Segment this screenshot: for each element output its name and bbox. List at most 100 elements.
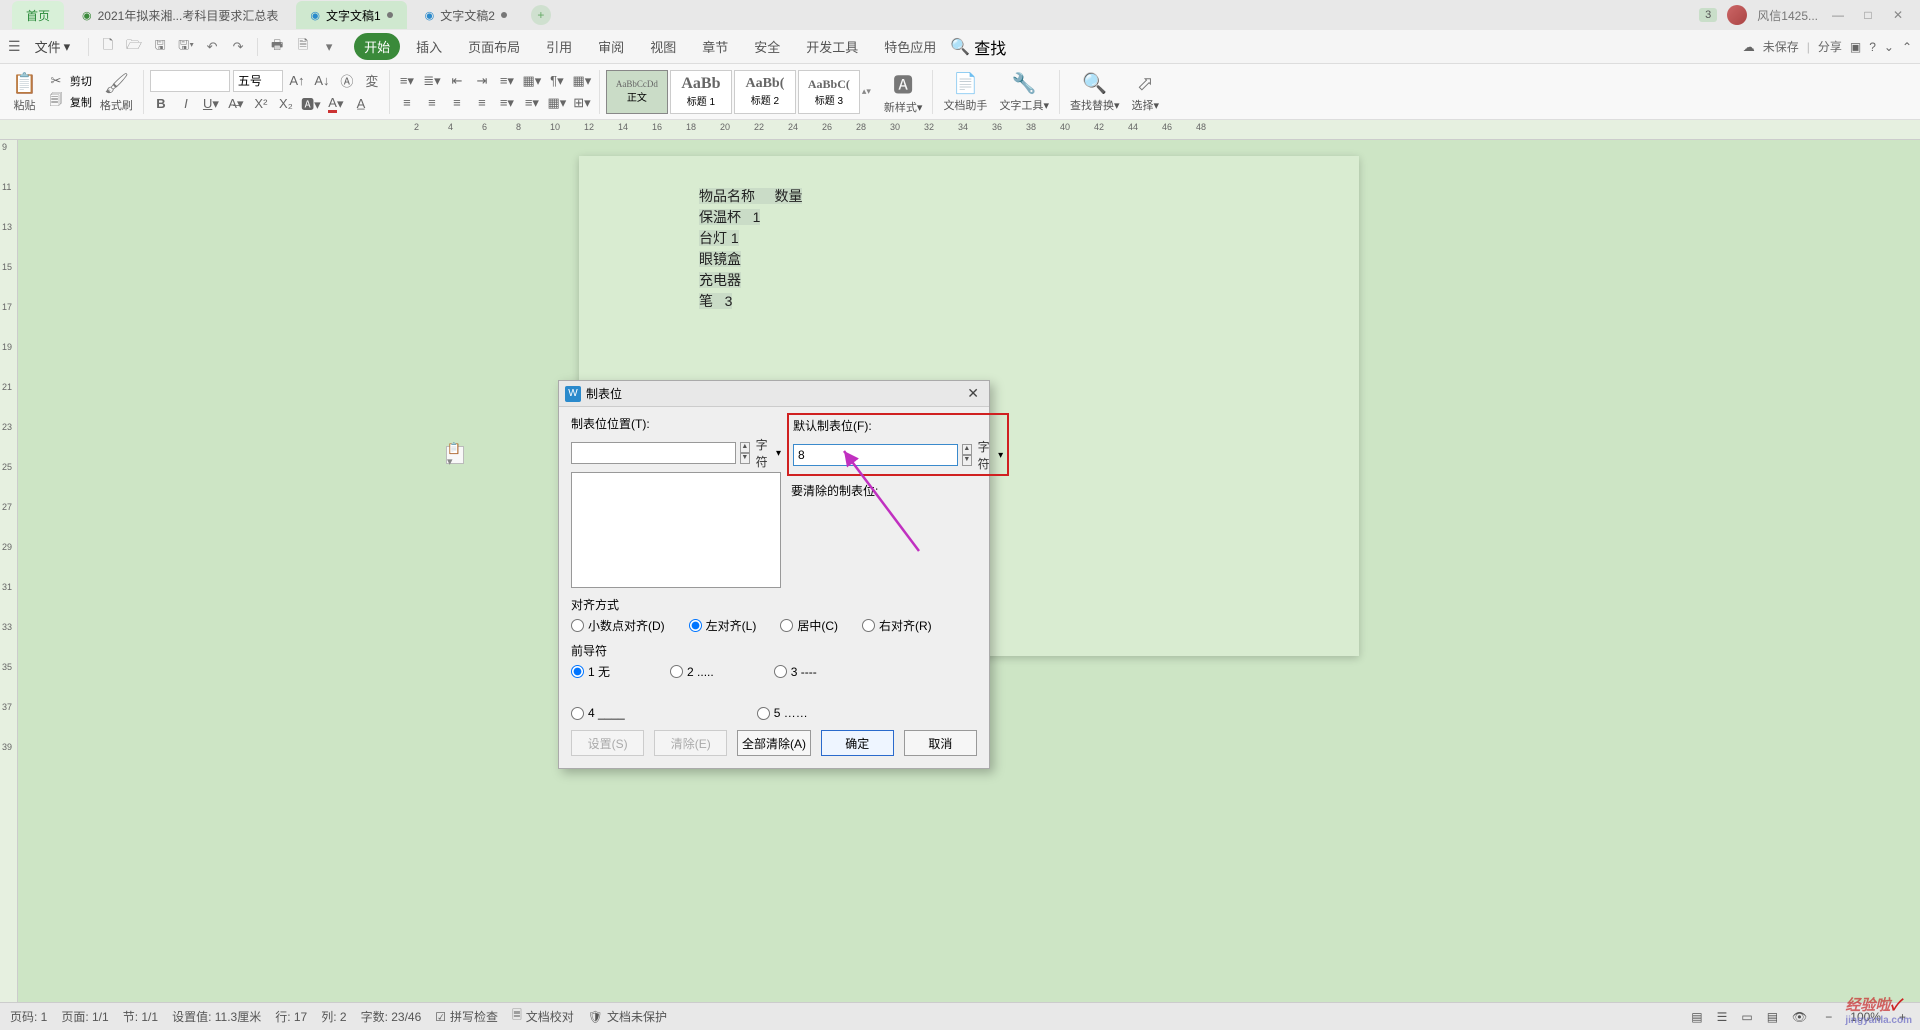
avatar[interactable] [1727,5,1747,25]
table-icon[interactable]: ▦▾ [521,71,543,91]
close-button[interactable]: ✕ [1888,8,1908,22]
status-section[interactable]: 节: 1/1 [123,1008,158,1025]
print-icon[interactable]: 🖶 [266,36,288,58]
outdent-icon[interactable]: ⇤ [446,71,468,91]
mtab-ref[interactable]: 引用 [536,33,582,60]
strike-icon[interactable]: A̶▾ [225,94,247,114]
sort-icon[interactable]: ⊞▾ [571,93,593,113]
redo-icon[interactable]: ↷ [227,36,249,58]
chevron-up-icon[interactable]: ⌃ [1902,40,1912,54]
undo-icon[interactable]: ↶ [201,36,223,58]
paste-options-icon[interactable]: 📋▾ [446,446,464,464]
leader-3[interactable]: 3 ---- [774,663,817,680]
unsaved-label[interactable]: 未保存 [1763,38,1799,55]
mtab-start[interactable]: 开始 [354,33,400,60]
share-button[interactable]: 分享 [1818,38,1842,55]
clearall-button[interactable]: 全部清除(A) [737,730,810,756]
font-color-icon[interactable]: A▾ [325,94,347,114]
status-col[interactable]: 列: 2 [321,1008,346,1025]
mtab-security[interactable]: 安全 [744,33,790,60]
grow-font-icon[interactable]: A↑ [286,71,308,91]
save-icon[interactable]: 🖫 [149,36,171,58]
style-h3[interactable]: AaBbC(标题 3 [798,70,860,114]
clear-button[interactable]: 清除(E) [654,730,727,756]
status-line[interactable]: 行: 17 [275,1008,307,1025]
align-left[interactable]: 左对齐(L) [689,617,757,634]
align-justify-icon[interactable]: ≡ [471,93,493,113]
mtab-review[interactable]: 审阅 [588,33,634,60]
leader-1[interactable]: 1 无 [571,663,610,680]
style-gallery[interactable]: AaBbCcDd正文 AaBb标题 1 AaBb(标题 2 AaBbC(标题 3… [606,70,876,114]
new-icon[interactable]: 🗋 [97,36,119,58]
newstyle-button[interactable]: 🅰新样式▾ [880,69,927,115]
paste-group[interactable]: 📋粘贴 [8,71,41,113]
chevron-down-icon[interactable]: ⌄ [1884,40,1894,54]
align-left-icon[interactable]: ≡ [396,93,418,113]
status-proof[interactable]: 🗏文档校对 [512,1006,574,1027]
highlight-icon[interactable]: 🅰▾ [300,94,322,114]
maximize-button[interactable]: □ [1858,8,1878,22]
shrink-font-icon[interactable]: A↓ [311,71,333,91]
default-tab-input[interactable] [793,444,958,466]
underline-icon[interactable]: U▾ [200,94,222,114]
odd-icon[interactable]: A̲ [350,94,372,114]
numbering-icon[interactable]: ≣▾ [421,71,443,91]
align-right-icon[interactable]: ≡ [446,93,468,113]
spacing-icon[interactable]: ≡▾ [521,93,543,113]
align-center-icon[interactable]: ≡ [421,93,443,113]
para-icon[interactable]: ¶▾ [546,71,568,91]
view-print-icon[interactable]: ▤ [1691,1010,1702,1024]
leader-4[interactable]: 4 ____ [571,706,625,720]
default-spinner[interactable]: ▲▼ [962,444,972,466]
saveas-icon[interactable]: 🖫▾ [175,36,197,58]
view-read-icon[interactable]: ▭ [1741,1010,1752,1024]
sub-icon[interactable]: X₂ [275,94,297,114]
mtab-feature[interactable]: 特色应用 [874,33,946,60]
qr-icon[interactable]: ▣ [1850,40,1861,54]
italic-icon[interactable]: I [175,94,197,114]
style-body[interactable]: AaBbCcDd正文 [606,70,668,114]
align-decimal[interactable]: 小数点对齐(D) [571,617,665,634]
font-name[interactable] [150,70,230,92]
format-painter[interactable]: 🖌格式刷 [96,71,137,113]
dist-icon[interactable]: ≡▾ [496,93,518,113]
mtab-layout[interactable]: 页面布局 [458,33,530,60]
mtab-chapter[interactable]: 章节 [692,33,738,60]
view-outline-icon[interactable]: ☰ [1717,1010,1728,1024]
ok-button[interactable]: 确定 [821,730,894,756]
style-h2[interactable]: AaBb(标题 2 [734,70,796,114]
cut-icon[interactable]: ✂ [45,71,67,91]
status-spell[interactable]: ☑拼写检查 [435,1008,498,1025]
bold-icon[interactable]: B [150,94,172,114]
tabpos-list[interactable] [571,472,781,588]
status-page[interactable]: 页码: 1 [10,1008,47,1025]
linespace-icon[interactable]: ≡▾ [496,71,518,91]
command-search[interactable]: 🔍查找 [950,35,1006,59]
help-icon[interactable]: ? [1869,40,1876,54]
font-size[interactable] [233,70,283,92]
open-icon[interactable]: 🗁 [123,36,145,58]
more-icon[interactable]: ▾ [318,36,340,58]
tab-home[interactable]: 首页 [12,1,64,29]
vertical-ruler[interactable]: 9111315171921232527293133353739 [0,140,18,1002]
document-content[interactable]: 物品名称 数量 保温杯 1 台灯 1 眼镜盒 充电器 笔 3 [699,186,1239,312]
add-tab-button[interactable]: + [531,5,551,25]
status-protect[interactable]: 🛡文档未保护 [588,1008,667,1025]
phonetic-icon[interactable]: 変 [361,71,383,91]
dochelper-button[interactable]: 📄文档助手 [939,71,991,113]
mtab-insert[interactable]: 插入 [406,33,452,60]
dialog-titlebar[interactable]: W 制表位 ✕ [559,381,989,407]
view-web-icon[interactable]: ▤ [1767,1010,1778,1024]
username[interactable]: 风信1425... [1757,7,1818,24]
shade-icon[interactable]: ▦▾ [546,93,568,113]
status-setval[interactable]: 设置值: 11.3厘米 [172,1008,261,1025]
leader-2[interactable]: 2 ..... [670,663,714,680]
mtab-dev[interactable]: 开发工具 [796,33,868,60]
texttool-button[interactable]: 🔧文字工具▾ [995,71,1053,113]
menu-icon[interactable]: ☰ [8,38,21,55]
super-icon[interactable]: X² [250,94,272,114]
leader-5[interactable]: 5 …… [757,706,808,720]
tab-doc-2[interactable]: ◉ 文字文稿2 [411,1,521,29]
clear-format-icon[interactable]: Ⓐ [336,71,358,91]
tabpos-input[interactable] [571,442,736,464]
